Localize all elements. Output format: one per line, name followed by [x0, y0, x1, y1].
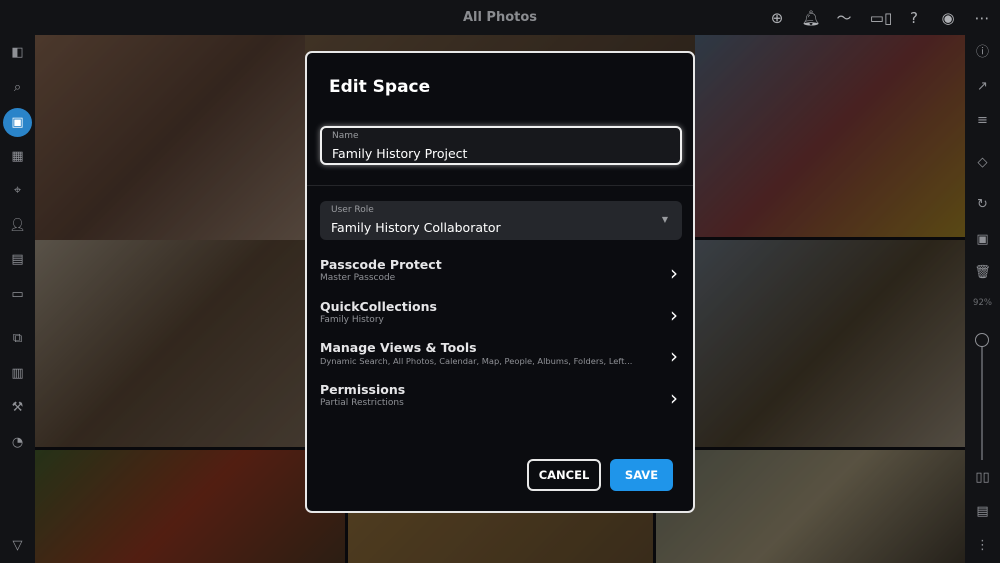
activity-icon[interactable]: 〜 [834, 8, 854, 28]
quickcollections-row[interactable]: QuickCollections Family History › [320, 299, 682, 333]
row-subtitle: Master Passcode [320, 273, 396, 283]
search-icon[interactable]: ⌕ [7, 77, 28, 98]
row-title: Passcode Protect [320, 257, 442, 272]
name-value[interactable]: Family History Project [332, 146, 467, 161]
id-card-icon[interactable]: ▥ [7, 363, 28, 384]
save-button[interactable]: SAVE [610, 459, 673, 491]
row-title: QuickCollections [320, 299, 437, 314]
passcode-protect-row[interactable]: Passcode Protect Master Passcode › [320, 257, 682, 291]
name-label: Name [332, 131, 359, 141]
add-to-album-icon[interactable]: ▣ [972, 229, 993, 250]
divider [307, 185, 693, 186]
tag-icon[interactable]: ◇ [972, 152, 993, 173]
bell-icon[interactable]: 🔔︎ [801, 8, 821, 28]
manage-views-tools-row[interactable]: Manage Views & Tools Dynamic Search, All… [320, 340, 682, 374]
rotate-icon[interactable]: ↻ [972, 194, 993, 215]
map-pin-icon[interactable]: ⌖ [7, 180, 28, 201]
devices-icon[interactable]: ▭▯ [869, 8, 893, 28]
dropdown-caret-icon: ▼ [661, 215, 668, 224]
name-input[interactable]: Name Family History Project [320, 126, 682, 165]
edit-space-dialog: Edit Space Name Family History Project U… [305, 51, 695, 513]
row-title: Permissions [320, 382, 406, 397]
row-subtitle: Partial Restrictions [320, 398, 404, 408]
tools-icon[interactable]: ⚒ [7, 397, 28, 418]
adjustments-icon[interactable]: ≡ [972, 110, 993, 131]
chevron-right-icon: › [670, 303, 678, 327]
info-icon[interactable]: ⓘ [972, 42, 993, 63]
chevron-right-icon: › [670, 386, 678, 410]
trash-icon[interactable]: 🗑︎ [972, 262, 993, 283]
dashboard-icon[interactable]: ◔ [7, 432, 28, 453]
right-sidebar: ⓘ ↗ ≡ ◇ ↻ ▣ 🗑︎ 92% ▯▯ ▤ ⋮ [965, 35, 1000, 563]
more-icon[interactable]: ⋯ [972, 8, 992, 28]
albums-icon[interactable]: ▤ [7, 249, 28, 270]
help-icon[interactable]: ? [904, 8, 924, 28]
zoom-level: 92% [973, 298, 992, 308]
expand-sidebar-icon[interactable]: ◧ [7, 42, 28, 63]
folder-icon[interactable]: ▭ [7, 284, 28, 305]
export-icon[interactable]: ▤ [972, 501, 993, 522]
cancel-button[interactable]: CANCEL [527, 459, 601, 491]
photos-icon[interactable]: ▣ [3, 108, 32, 137]
more-vertical-icon[interactable]: ⋮ [972, 535, 993, 556]
calendar-icon[interactable]: ▦ [7, 146, 28, 167]
open-external-icon[interactable]: ↗ [972, 76, 993, 97]
row-subtitle: Family History [320, 315, 384, 325]
user-role-value: Family History Collaborator [331, 220, 501, 235]
zoom-slider[interactable] [975, 333, 989, 460]
permissions-row[interactable]: Permissions Partial Restrictions › [320, 382, 682, 416]
row-title: Manage Views & Tools [320, 340, 477, 355]
user-role-select[interactable]: User Role Family History Collaborator ▼ [320, 201, 682, 240]
zoom-slider-handle[interactable] [975, 333, 989, 347]
people-icon[interactable]: 👤︎ [7, 215, 28, 236]
filter-icon[interactable]: ▽ [7, 535, 28, 556]
account-icon[interactable]: ◉ [938, 8, 958, 28]
user-role-label: User Role [331, 205, 374, 215]
chevron-right-icon: › [670, 344, 678, 368]
top-bar: All Photos ⊕ 🔔︎ 〜 ▭▯ ? ◉ ⋯ [0, 0, 1000, 35]
left-sidebar: ◧ ⌕ ▣ ▦ ⌖ 👤︎ ▤ ▭ ⧉ ▥ ⚒ ◔ ▽ [0, 35, 35, 563]
row-subtitle: Dynamic Search, All Photos, Calendar, Ma… [320, 356, 633, 366]
book-icon[interactable]: ▯▯ [972, 467, 993, 488]
add-icon[interactable]: ⊕ [767, 8, 787, 28]
chevron-right-icon: › [670, 261, 678, 285]
dialog-title: Edit Space [329, 77, 431, 97]
layers-icon[interactable]: ⧉ [7, 328, 28, 349]
